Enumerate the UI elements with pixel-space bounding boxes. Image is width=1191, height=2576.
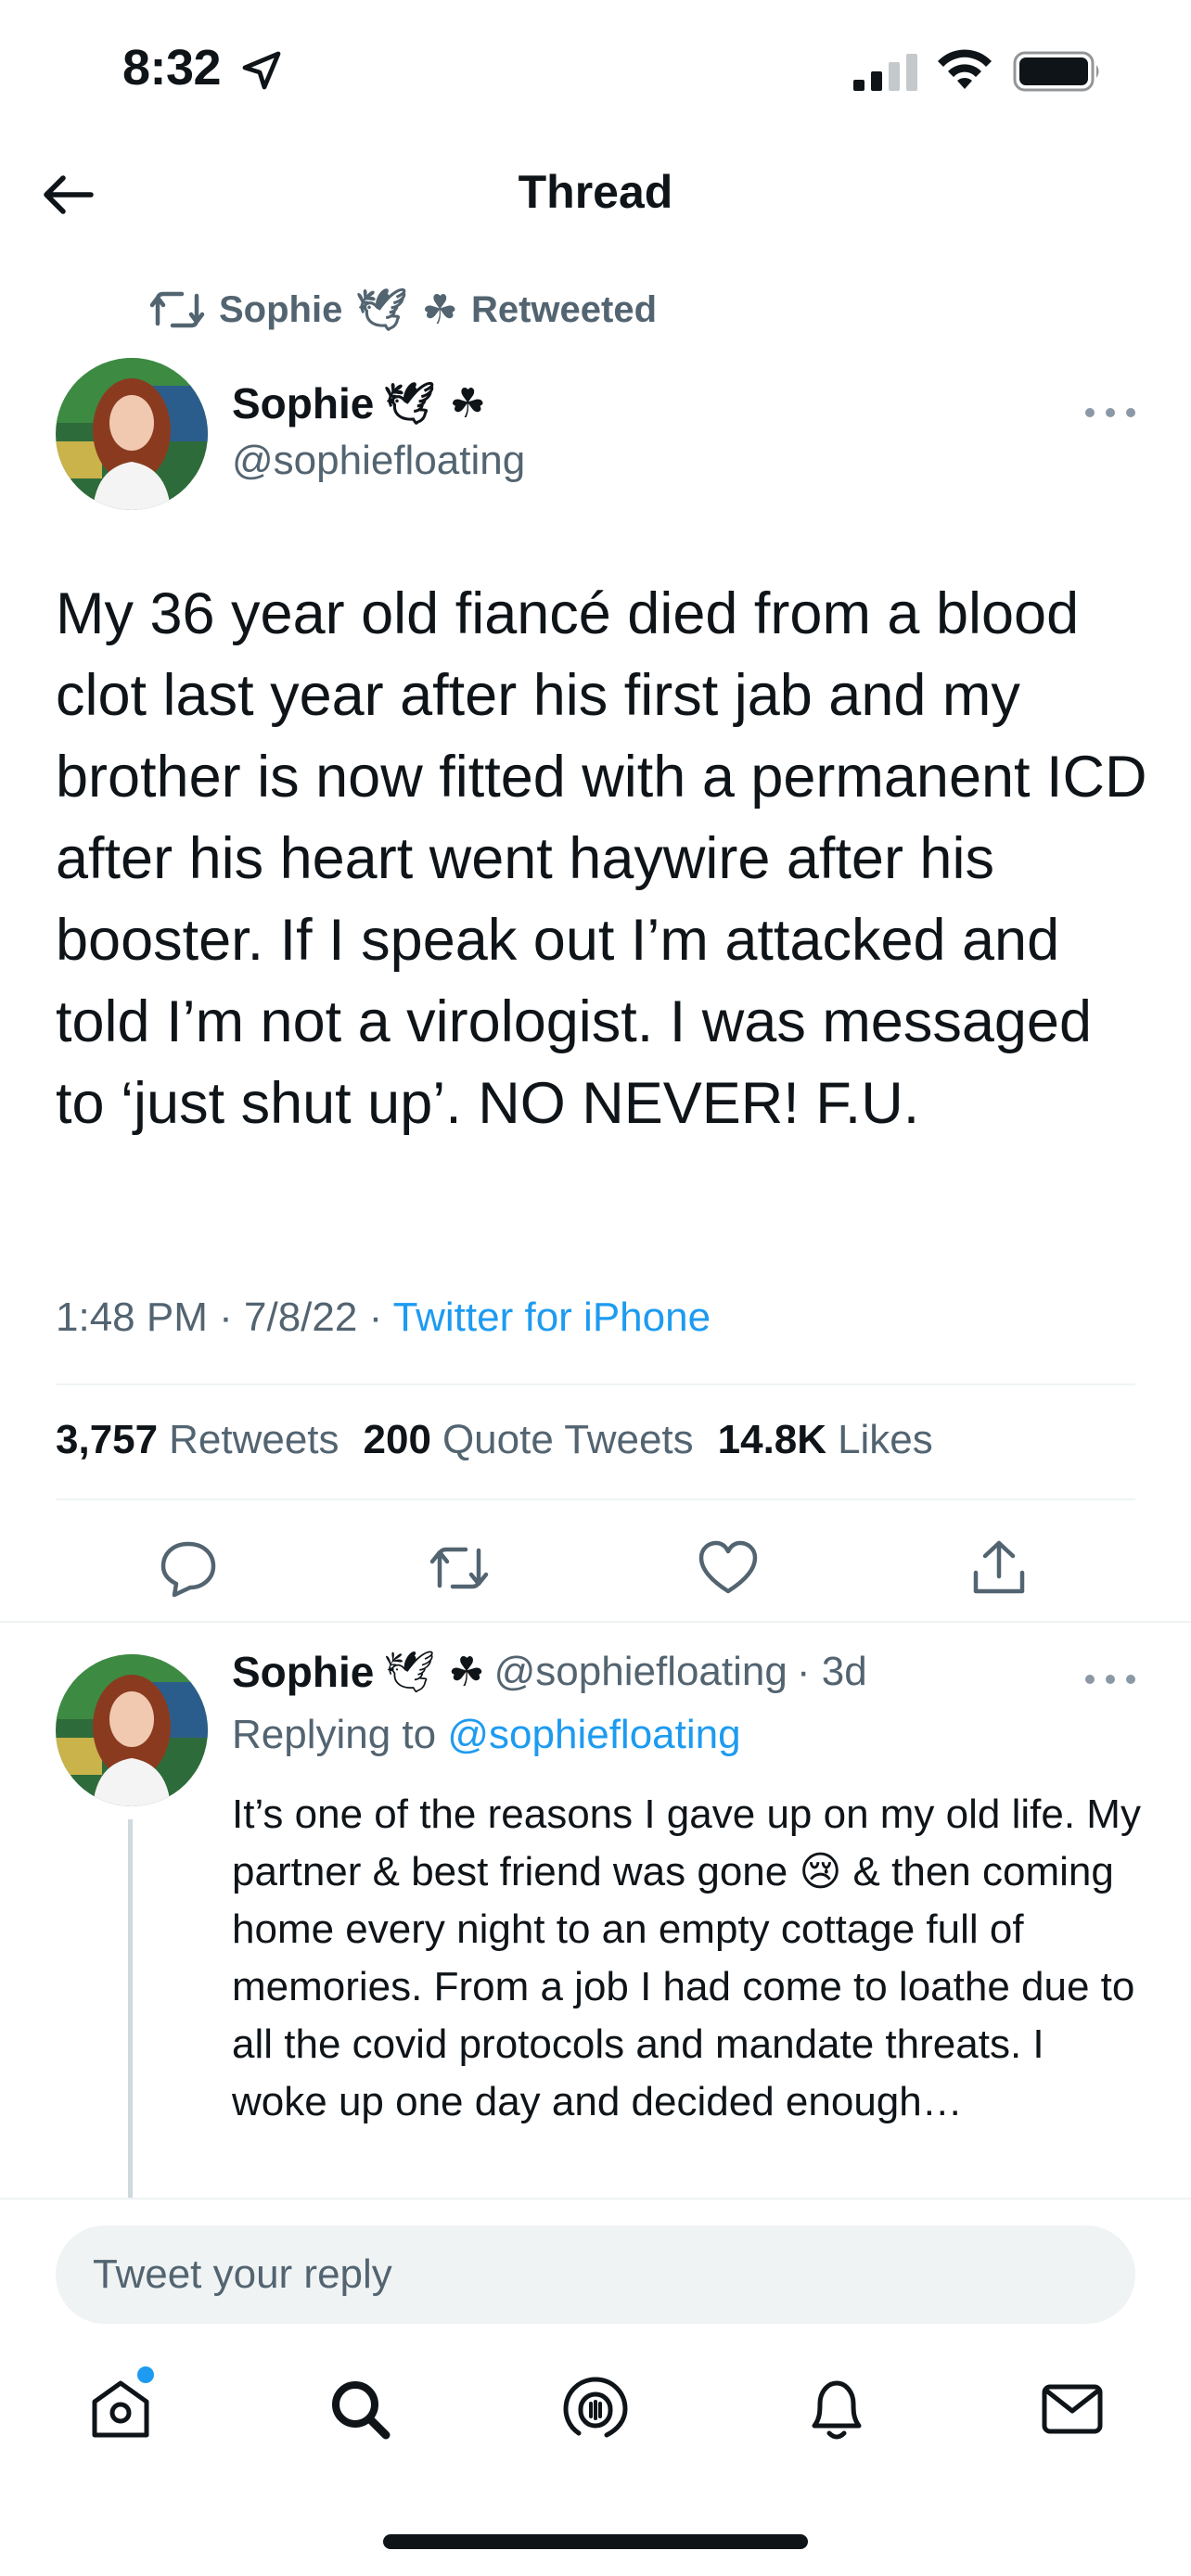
like-icon[interactable] [696, 1536, 761, 1600]
more-options-icon[interactable] [1083, 399, 1139, 427]
retweeter-emojis: 🕊 ☘ [355, 287, 458, 334]
reply-age: · 3d [796, 1649, 867, 1694]
quotes-stat[interactable]: 200 Quote Tweets [364, 1417, 694, 1463]
reply-input[interactable] [56, 2225, 1135, 2324]
more-options-icon[interactable] [1083, 1665, 1139, 1693]
reply-author-handle[interactable]: @sophiefloating [494, 1649, 788, 1695]
retweets-label: Retweets [169, 1417, 339, 1462]
reply-text: It’s one of the reasons I gave up on my … [232, 1792, 1141, 2124]
quotes-label: Quote Tweets [442, 1417, 694, 1462]
likes-stat[interactable]: 14.8K Likes [718, 1417, 933, 1463]
quotes-count: 200 [363, 1417, 431, 1462]
reply-avatar[interactable] [56, 1654, 208, 1806]
retweeted-banner[interactable]: Sophie 🕊 ☘ Retweeted [148, 282, 657, 338]
replying-to: Replying to @sophiefloating [232, 1712, 741, 1758]
location-arrow-icon [242, 51, 281, 90]
page-title: Thread [518, 166, 673, 218]
tweet-text: My 36 year old fiancé died from a blood … [56, 581, 1164, 1136]
retweets-stat[interactable]: 3,757 Retweets [56, 1417, 339, 1463]
tab-bar [0, 2346, 1191, 2476]
cellular-signal-icon [853, 54, 917, 91]
reply-author-name[interactable]: Sophie [232, 1647, 374, 1697]
home-icon[interactable] [85, 2374, 156, 2444]
likes-label: Likes [838, 1417, 933, 1462]
likes-count: 14.8K [717, 1417, 827, 1462]
meta-separator: · [368, 1294, 383, 1340]
status-time: 8:32 [122, 40, 222, 96]
retweet-icon [149, 291, 205, 328]
reply-icon[interactable] [156, 1536, 221, 1600]
search-icon[interactable] [325, 2374, 395, 2444]
avatar[interactable] [56, 358, 208, 510]
meta-separator: · [219, 1294, 233, 1340]
tweet-source-link[interactable]: Twitter for iPhone [393, 1294, 711, 1340]
divider [0, 1621, 1191, 1623]
compose-bar [0, 2198, 1191, 2327]
battery-icon [1013, 51, 1099, 92]
status-bar: 8:32 [0, 0, 1191, 139]
messages-icon[interactable] [1037, 2374, 1108, 2444]
spaces-icon[interactable] [560, 2374, 631, 2444]
tweet-date: 7/8/22 [244, 1294, 358, 1340]
author-name-text: Sophie [232, 379, 375, 427]
author-emojis: 🕊 ☘ [383, 380, 486, 427]
retweet-icon[interactable] [427, 1536, 492, 1600]
home-indicator[interactable] [383, 2534, 808, 2549]
header: Thread [0, 139, 1191, 250]
wifi-icon [938, 49, 992, 89]
retweeted-label: Retweeted [470, 288, 658, 330]
replying-handle-link[interactable]: @sophiefloating [447, 1712, 740, 1757]
reply-author-emojis: 🕊 ☘ [383, 1649, 485, 1696]
tweet-time: 1:48 PM [56, 1294, 208, 1340]
retweets-count: 3,757 [56, 1417, 159, 1462]
divider [56, 1384, 1135, 1385]
home-notification-dot [137, 2366, 154, 2383]
author-handle[interactable]: @sophiefloating [232, 438, 525, 484]
tweet-meta: 1:48 PM · 7/8/22 · Twitter for iPhone [56, 1294, 711, 1341]
share-icon[interactable] [967, 1536, 1031, 1600]
notifications-icon[interactable] [801, 2374, 872, 2444]
replying-prefix: Replying to [232, 1712, 437, 1757]
thread-line [128, 1819, 133, 2200]
author-name[interactable]: Sophie 🕊 ☘ [232, 378, 486, 428]
retweeter-name: Sophie [219, 288, 343, 330]
tweet-action-bar [0, 1521, 1191, 1613]
reply-header: Sophie 🕊 ☘ @sophiefloating · 3d [232, 1647, 867, 1697]
divider [56, 1498, 1135, 1500]
tweet-stats: 3,757 Retweets 200 Quote Tweets 14.8K Likes [56, 1417, 933, 1463]
